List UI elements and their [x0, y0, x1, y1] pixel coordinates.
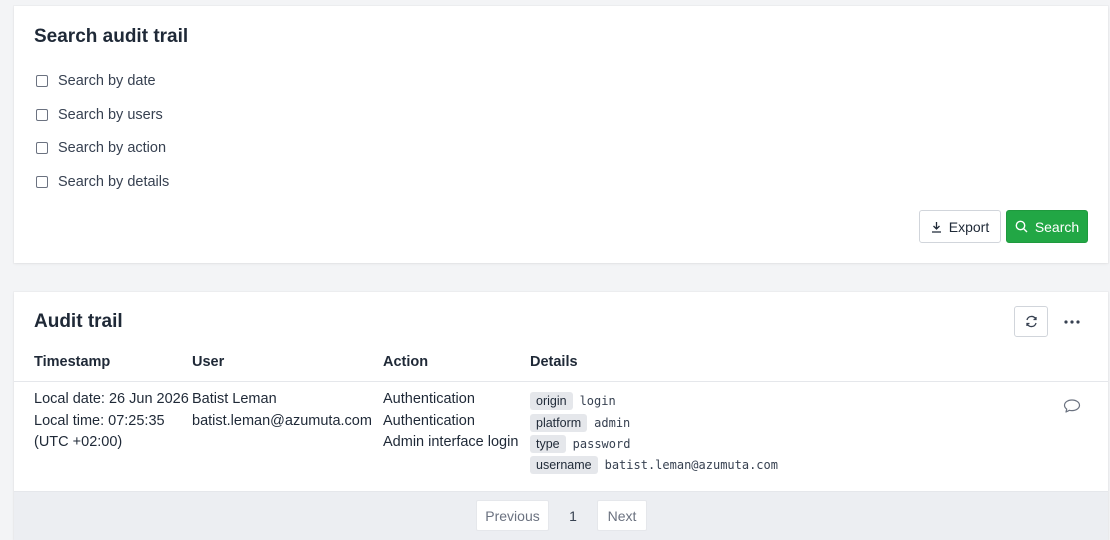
action-category: Authentication: [383, 391, 475, 407]
search-by-details-label: Search by details: [58, 174, 170, 190]
header-divider: [14, 381, 1108, 382]
search-by-action-checkbox[interactable]: [36, 142, 48, 154]
local-date: Local date: 26 Jun 2026: [34, 391, 189, 407]
pagination-bar: Previous 1 Next: [14, 491, 1108, 540]
previous-page-button[interactable]: Previous: [476, 500, 549, 531]
current-page-number[interactable]: 1: [563, 500, 583, 531]
user-cell: Batist Leman batist.leman@azumuta.com: [192, 389, 372, 432]
search-by-action-option[interactable]: Search by action: [36, 140, 166, 156]
detail-value: login: [579, 394, 616, 408]
detail-type: type password: [530, 435, 630, 453]
search-by-date-option[interactable]: Search by date: [36, 73, 156, 89]
search-icon: [1015, 220, 1028, 233]
utc-offset: (UTC +02:00): [34, 434, 123, 450]
search-by-users-label: Search by users: [58, 107, 163, 123]
action-description: Admin interface login: [383, 434, 519, 450]
export-button[interactable]: Export: [919, 210, 1001, 243]
search-audit-panel: Search audit trail Search by date Search…: [14, 6, 1108, 263]
search-label: Search: [1034, 218, 1080, 235]
search-button[interactable]: Search: [1006, 210, 1088, 243]
detail-key-tag: type: [530, 435, 566, 453]
detail-platform: platform admin: [530, 414, 630, 432]
audit-trail-title: Audit trail: [34, 311, 123, 332]
detail-key-tag: origin: [530, 392, 573, 410]
column-header-timestamp[interactable]: Timestamp: [34, 354, 110, 370]
detail-key-tag: username: [530, 456, 598, 474]
action-type: Authentication: [383, 412, 475, 429]
detail-origin: origin login: [530, 392, 616, 410]
action-cell: Authentication Authentication Admin inte…: [383, 389, 518, 454]
column-header-action[interactable]: Action: [383, 354, 428, 370]
export-label: Export: [948, 218, 990, 235]
search-by-users-checkbox[interactable]: [36, 109, 48, 121]
search-by-details-checkbox[interactable]: [36, 176, 48, 188]
download-icon: [931, 221, 941, 233]
detail-value: batist.leman@azumuta.com: [604, 458, 778, 472]
refresh-icon: [1025, 315, 1037, 328]
column-header-details[interactable]: Details: [530, 354, 578, 370]
search-panel-title: Search audit trail: [34, 26, 189, 47]
refresh-button[interactable]: [1014, 306, 1048, 337]
timestamp-cell: Local date: 26 Jun 2026 Local time: 07:2…: [34, 389, 189, 454]
comment-button[interactable]: [1061, 396, 1083, 416]
search-by-action-label: Search by action: [58, 140, 167, 156]
audit-trail-panel: Audit trail Timestamp User Action Detail…: [14, 292, 1108, 540]
more-horizontal-icon: [1064, 319, 1080, 324]
column-header-user[interactable]: User: [192, 354, 224, 370]
next-page-button[interactable]: Next: [597, 500, 647, 531]
search-by-details-option[interactable]: Search by details: [36, 174, 169, 190]
detail-value: admin: [594, 416, 631, 430]
user-name: Batist Leman: [192, 391, 277, 407]
more-options-button[interactable]: [1055, 306, 1089, 337]
user-email: batist.leman@azumuta.com: [192, 412, 372, 429]
comment-icon: [1063, 399, 1081, 413]
detail-key-tag: platform: [530, 414, 588, 432]
search-by-date-checkbox[interactable]: [36, 75, 48, 87]
detail-value: password: [572, 437, 631, 451]
local-time: Local time: 07:25:35: [34, 412, 165, 429]
search-by-date-label: Search by date: [58, 73, 156, 89]
search-by-users-option[interactable]: Search by users: [36, 107, 163, 123]
detail-username: username batist.leman@azumuta.com: [530, 456, 778, 474]
